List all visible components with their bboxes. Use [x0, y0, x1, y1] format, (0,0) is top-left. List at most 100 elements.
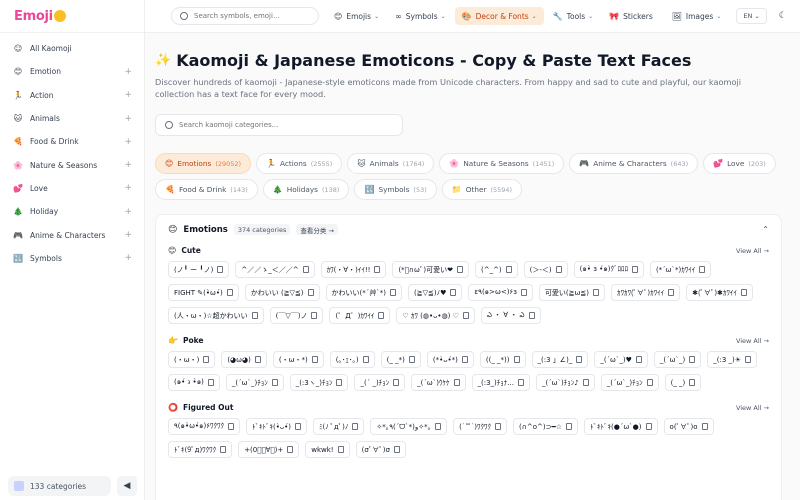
kaomoji-chip[interactable]: _(´ _)ﾁｮﾝ: [354, 374, 406, 391]
copy-icon[interactable]: [311, 312, 318, 319]
sidebar-item[interactable]: 😊 Emotion +: [0, 60, 144, 83]
kaomoji-chip[interactable]: ﾄﾞｷ(9ﾟд)ﾜｸﾜｸ: [168, 441, 233, 458]
kaomoji-chip[interactable]: (_ _*): [380, 351, 421, 368]
copy-icon[interactable]: [336, 379, 343, 386]
kaomoji-chip[interactable]: かわいい(*´艸`*): [325, 284, 403, 301]
kaomoji-chip[interactable]: _(´ω`_)ﾁｮﾝ: [225, 374, 284, 391]
kaomoji-chip[interactable]: _(´ω`_)♥: [594, 351, 648, 368]
copy-icon[interactable]: [453, 379, 460, 386]
kaomoji-chip[interactable]: _(´ω`_): [653, 351, 702, 368]
logo[interactable]: Emoji: [0, 0, 144, 33]
view-all-link[interactable]: View All →: [736, 337, 769, 345]
category-pill[interactable]: 📁 Other (5594): [441, 179, 523, 200]
kaomoji-chip[interactable]: ﾄﾞｷﾄﾞｷ(•̀ᴗ•́): [246, 418, 308, 435]
kaomoji-chip[interactable]: (^_^): [474, 261, 518, 278]
view-categories-link[interactable]: 查看分类 →: [296, 224, 338, 235]
kaomoji-chip[interactable]: _(:3 」∠)_: [531, 351, 589, 368]
kaomoji-chip[interactable]: _(:3ヽ_)ﾁｮﾝ: [289, 374, 349, 391]
kaomoji-chip[interactable]: (人・ω・)☆超かわいい: [168, 307, 264, 324]
category-pill[interactable]: 🏃 Actions (2555): [256, 153, 343, 174]
copy-icon[interactable]: [740, 289, 747, 296]
kaomoji-chip[interactable]: (≧▽≦)ﾉ♥: [408, 284, 463, 301]
copy-icon[interactable]: [505, 266, 512, 273]
kaomoji-chip[interactable]: (￣▽￣)ノ: [269, 307, 324, 324]
kaomoji-chip[interactable]: _(´ω`_)ﾁｮﾝ: [600, 374, 659, 391]
copy-icon[interactable]: [378, 312, 385, 319]
copy-icon[interactable]: [495, 423, 502, 430]
language-select[interactable]: EN ⌄: [736, 8, 767, 24]
sidebar-item[interactable]: 🎮 Anime & Characters +: [0, 223, 144, 246]
view-all-link[interactable]: View All →: [736, 404, 769, 412]
kaomoji-chip[interactable]: (◕ω◕): [221, 351, 267, 368]
kaomoji-chip[interactable]: +(0ﾟ･∀･)+: [238, 441, 300, 458]
sidebar-item[interactable]: 💕 Love +: [0, 177, 144, 200]
copy-icon[interactable]: [565, 423, 572, 430]
view-all-link[interactable]: View All →: [736, 247, 769, 255]
category-pill[interactable]: 💕 Love (203): [703, 153, 776, 174]
copy-icon[interactable]: [228, 423, 234, 430]
kaomoji-chip[interactable]: FIGHT ✎(•̀ω•́): [168, 284, 239, 301]
kaomoji-chip[interactable]: (_ _): [664, 374, 702, 391]
kaomoji-chip[interactable]: かわいい (≧▽≦): [244, 284, 320, 301]
kaomoji-chip[interactable]: (・ω・*): [272, 351, 324, 368]
copy-icon[interactable]: [689, 379, 696, 386]
copy-icon[interactable]: [645, 423, 652, 430]
kaomoji-chip[interactable]: ✧*｡٩(ˊᗜˋ*)و✧*｡: [370, 418, 448, 435]
sidebar-item[interactable]: 🏃 Action +: [0, 84, 144, 107]
copy-icon[interactable]: [520, 289, 527, 296]
search-input[interactable]: [194, 12, 304, 20]
kaomoji-chip[interactable]: ^／／ゝ_＜／／^: [235, 261, 315, 278]
copy-icon[interactable]: [302, 266, 309, 273]
expand-plus-icon[interactable]: +: [124, 183, 132, 193]
copy-icon[interactable]: [513, 356, 520, 363]
copy-icon[interactable]: [295, 423, 302, 430]
kaomoji-chip[interactable]: ﾄﾞｷﾄﾞｷ(●´ω`●): [583, 418, 658, 435]
category-pill[interactable]: 🎄 Holidays (138): [262, 179, 350, 200]
copy-icon[interactable]: [352, 423, 359, 430]
category-pill[interactable]: 😊 Emotions (29052): [155, 153, 252, 174]
copy-icon[interactable]: [646, 379, 653, 386]
copy-icon[interactable]: [635, 356, 642, 363]
nav-menu-item[interactable]: 😊 Emojis ⌄: [327, 7, 386, 25]
copy-icon[interactable]: [362, 356, 369, 363]
expand-plus-icon[interactable]: +: [124, 207, 132, 217]
copy-icon[interactable]: [689, 356, 696, 363]
kaomoji-chip[interactable]: ఎ ・ ∀ ・ ఎ: [480, 307, 541, 324]
sidebar-item[interactable]: 🔣 Symbols +: [0, 247, 144, 270]
copy-icon[interactable]: [390, 289, 397, 296]
kaomoji-chip[interactable]: (｡･ｪ･｡): [329, 351, 375, 368]
kaomoji-chip[interactable]: ｶﾜｶﾜ(ﾟ∀ﾟ)ｶﾜｲｲ: [610, 284, 681, 301]
copy-icon[interactable]: [226, 289, 233, 296]
kaomoji-chip[interactable]: 可愛い(≧ω≦): [538, 284, 605, 301]
category-pill[interactable]: 🔣 Symbols (53): [354, 179, 437, 200]
expand-plus-icon[interactable]: +: [124, 137, 132, 147]
nav-menu-item[interactable]: 🖼 Images ⌄: [665, 7, 729, 25]
theme-toggle-moon-icon[interactable]: ☾: [775, 8, 791, 24]
copy-icon[interactable]: [699, 266, 706, 273]
sidebar-item[interactable]: 🌸 Nature & Seasons +: [0, 153, 144, 176]
copy-icon[interactable]: [220, 446, 227, 453]
kaomoji-chip[interactable]: (*ﾟ∩ωﾟ)可愛い❤: [392, 261, 469, 278]
kaomoji-chip[interactable]: (∩^o^)⊃━☆: [513, 418, 578, 435]
kaomoji-chip[interactable]: (ノ╹ ー ╹ノ): [168, 261, 230, 278]
copy-icon[interactable]: [435, 423, 442, 430]
copy-icon[interactable]: [582, 379, 589, 386]
category-pill[interactable]: 🌸 Nature & Seasons (1451): [439, 153, 565, 174]
copy-icon[interactable]: [462, 312, 469, 319]
copy-icon[interactable]: [408, 356, 415, 363]
expand-plus-icon[interactable]: +: [124, 160, 132, 170]
kaomoji-chip[interactable]: ٩(๑•̀ω•́๑)۶ﾜｸﾜｸ: [168, 418, 240, 435]
kaomoji-chip[interactable]: (＞-＜): [523, 261, 568, 278]
kaomoji-chip[interactable]: (σﾟ∀ﾟ)σ: [355, 441, 406, 458]
copy-icon[interactable]: [576, 356, 583, 363]
kaomoji-chip[interactable]: (๑•́ ₃ •̀๑): [168, 374, 220, 391]
copy-icon[interactable]: [307, 289, 314, 296]
copy-icon[interactable]: [517, 379, 524, 386]
category-pill[interactable]: 🐱 Animals (1764): [347, 153, 435, 174]
copy-icon[interactable]: [528, 312, 535, 319]
global-search[interactable]: [171, 7, 319, 25]
copy-icon[interactable]: [461, 356, 468, 363]
nav-menu-item[interactable]: ∞ Symbols ⌄: [388, 7, 453, 25]
sidebar-item[interactable]: 🍕 Food & Drink +: [0, 130, 144, 153]
category-pill[interactable]: 🍕 Food & Drink (143): [155, 179, 258, 200]
